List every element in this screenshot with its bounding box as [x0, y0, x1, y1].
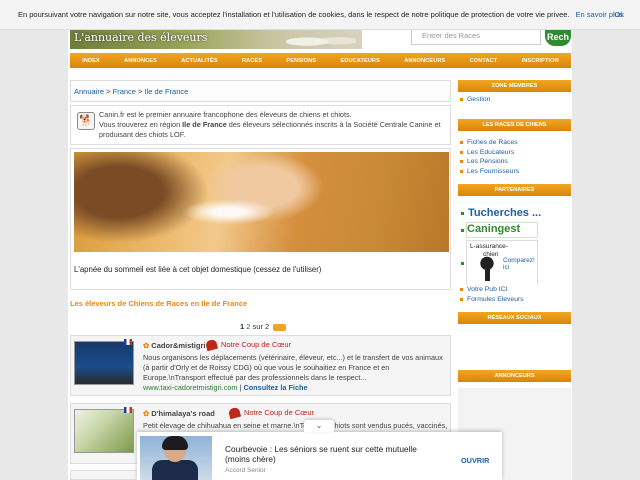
nav-annonceurs[interactable]: ANNONCEURS — [404, 58, 445, 64]
popup-source: Accord Senior — [225, 467, 266, 474]
listing-name[interactable]: ✿ D'himalaya's road — [143, 409, 215, 418]
site-banner[interactable]: L'annuaire des éleveurs — [70, 30, 362, 49]
breadcrumb-sep: > — [138, 87, 143, 96]
listing-item[interactable]: ✿ Cador&mistigri Notre Coup de Cœur Nous … — [70, 335, 451, 396]
sidebar-item-pub[interactable]: Votre Pub ICI — [458, 285, 571, 295]
bottom-popup-ad[interactable]: ⌄ Courbevoie : Les séniors se ruent sur … — [137, 420, 502, 480]
annonceurs-header: ANNONCEURS — [458, 370, 571, 382]
sidebar-item-fournisseurs[interactable]: Les Fournisseurs — [458, 167, 571, 177]
assurance-title: L-assurance- — [470, 243, 508, 250]
sponsored-ad[interactable]: L'apnée du sommeil est liée à cet objet … — [70, 148, 451, 290]
popup-title[interactable]: Courbevoie : Les séniors se ruent sur ce… — [225, 444, 417, 464]
banner-title: L'annuaire des éleveurs — [74, 31, 208, 44]
nav-contact[interactable]: CONTACT — [470, 58, 498, 64]
heart-icon — [204, 338, 219, 352]
zone-membres-header: ZONE MEMBRES — [458, 80, 571, 92]
flag-icon — [124, 339, 132, 345]
sidebar-item-pensions[interactable]: Les Pensions — [458, 157, 571, 167]
cookie-banner: En poursuivant votre navigation sur notr… — [0, 0, 640, 30]
races-header: LES RACES DE CHIENS — [458, 119, 571, 131]
intro-line1: Canin.fr est le premier annuaire francop… — [99, 110, 352, 119]
races-list: Fiches de Races Les Educateurs Les Pensi… — [458, 138, 571, 177]
nav-races[interactable]: RACES — [242, 58, 262, 64]
listing-description: Nous organisons les déplacements (vétéri… — [143, 353, 443, 382]
next-page-icon[interactable] — [273, 323, 287, 331]
page-2-link[interactable]: 2 — [246, 322, 250, 331]
sidebar-item-educateurs[interactable]: Les Educateurs — [458, 148, 571, 158]
dog-silhouette-icon — [475, 255, 499, 283]
intro-line3: produisant des chiots LOF. — [99, 130, 186, 139]
sidebar-item-formules[interactable]: Formules Eleveurs — [458, 295, 571, 305]
bullet-icon — [461, 212, 464, 215]
page-current: 1 — [240, 322, 245, 331]
collapse-chevron-icon[interactable]: ⌄ — [304, 420, 334, 432]
coup-de-coeur-badge: Notre Coup de Cœur — [204, 338, 291, 352]
breadcrumb: Annuaire > France > Ile de France — [70, 80, 451, 102]
section-title: Les éleveurs de Chiens de Races en Ile d… — [70, 299, 248, 308]
assurance-chien-ad[interactable]: L-assurance- chien Comparez! ici — [466, 240, 538, 286]
dog-icon: 🐕 — [77, 112, 95, 130]
ad-image[interactable] — [74, 152, 449, 252]
popup-open-button[interactable]: OUVRIR — [461, 456, 489, 465]
partner-links: Votre Pub ICI Formules Eleveurs — [458, 285, 571, 305]
bullet-icon — [461, 262, 464, 265]
heart-icon — [227, 406, 242, 420]
breadcrumb-france[interactable]: France — [113, 87, 136, 96]
nav-pensions[interactable]: PENSIONS — [286, 58, 316, 64]
breadcrumb-annuaire[interactable]: Annuaire — [74, 87, 104, 96]
reseaux-header: RÉSEAUX SOCIAUX — [458, 312, 571, 324]
listing-thumbnail[interactable] — [74, 409, 134, 453]
listing-thumbnail[interactable] — [74, 341, 134, 385]
listing-url[interactable]: www.taxi-cadoretmistigri.com — [143, 383, 237, 392]
consult-link[interactable]: Consultez la Fiche — [243, 383, 307, 392]
nav-actualites[interactable]: ACTUALITÉS — [181, 58, 217, 64]
paw-icon: ✿ — [143, 341, 150, 350]
caningest-logo[interactable]: Caningest — [466, 222, 538, 238]
sidebar-item-gestion[interactable]: Gestion — [458, 95, 571, 105]
breadcrumb-sep: > — [106, 87, 111, 96]
nav-index[interactable]: INDEX — [82, 58, 100, 64]
cookie-text: En poursuivant votre navigation sur notr… — [18, 10, 570, 19]
nav-annonces[interactable]: ANNONCES — [124, 58, 157, 64]
intro-line2: Vous trouverez en région Ile de France d… — [99, 120, 441, 129]
nav-educateurs[interactable]: EDUCATEURS — [340, 58, 379, 64]
partenaires-header: PARTENAIRES — [458, 184, 571, 196]
popup-photo[interactable] — [140, 436, 212, 480]
main-nav: INDEX ANNONCES ACTUALITÉS RACES PENSIONS… — [70, 53, 571, 68]
listing-footer: www.taxi-cadoretmistigri.com | Consultez… — [143, 383, 308, 392]
zone-membres-list: Gestion — [458, 95, 571, 105]
sidebar-item-fiches[interactable]: Fiches de Races — [458, 138, 571, 148]
breadcrumb-region[interactable]: Ile de France — [145, 87, 189, 96]
assurance-cta[interactable]: Comparez! ici — [503, 257, 537, 271]
ad-caption[interactable]: L'apnée du sommeil est liée à cet objet … — [74, 265, 321, 274]
cookie-ok-button[interactable]: Ok — [614, 10, 624, 19]
bullet-icon — [461, 229, 464, 232]
coup-de-coeur-badge: Notre Coup de Cœur — [227, 406, 314, 420]
pagination: 1 2 sur 2 — [240, 322, 287, 331]
nav-inscription[interactable]: INSCRIPTION — [522, 58, 559, 64]
dogs-image — [286, 32, 356, 48]
listing-name[interactable]: ✿ Cador&mistigri — [143, 341, 205, 350]
flag-icon — [124, 407, 132, 413]
paw-icon: ✿ — [143, 409, 150, 418]
intro-box: 🐕 Canin.fr est le premier annuaire franc… — [70, 105, 451, 145]
page-total: sur 2 — [252, 322, 270, 331]
tucherches-logo[interactable]: Tucherches ... — [468, 207, 541, 219]
